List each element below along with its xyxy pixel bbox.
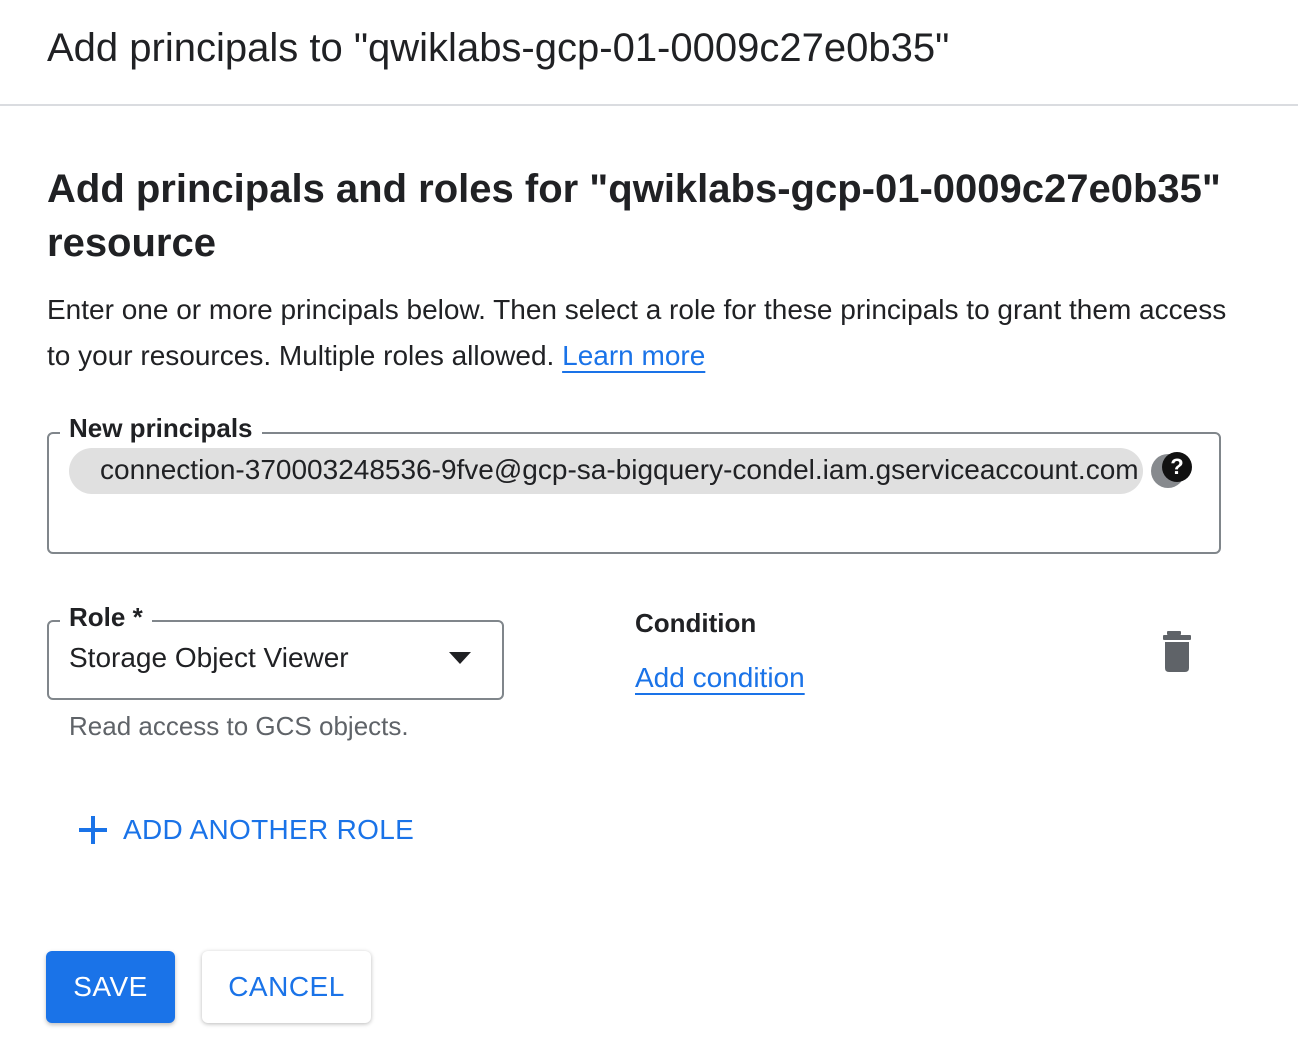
learn-more-link[interactable]: Learn more xyxy=(562,340,705,371)
condition-heading: Condition xyxy=(635,608,757,638)
role-label: Role * xyxy=(60,600,152,634)
title-divider xyxy=(0,104,1298,106)
delete-role-button[interactable] xyxy=(1158,630,1198,674)
save-button[interactable]: SAVE xyxy=(46,951,175,1023)
role-selected-value: Storage Object Viewer xyxy=(69,642,349,673)
plus-icon xyxy=(76,813,110,847)
role-hint: Read access to GCS objects. xyxy=(69,711,409,741)
add-principals-panel: Add principals to "qwiklabs-gcp-01-0009c… xyxy=(0,0,1298,1044)
new-principals-label: New principals xyxy=(60,411,262,445)
principal-chip-text: connection-370003248536-9fve@gcp-sa-bigq… xyxy=(100,454,1139,485)
arrow-drop-down-icon[interactable] xyxy=(449,652,471,664)
help-circle-icon[interactable]: ? xyxy=(1162,452,1192,482)
add-another-role-button[interactable]: ADD ANOTHER ROLE xyxy=(76,808,414,852)
add-another-role-label: ADD ANOTHER ROLE xyxy=(123,814,415,845)
panel-title: Add principals to "qwiklabs-gcp-01-0009c… xyxy=(47,26,950,70)
cancel-button[interactable]: CANCEL xyxy=(202,951,371,1023)
trash-icon xyxy=(1163,631,1191,672)
add-condition-link[interactable]: Add condition xyxy=(635,659,805,697)
section-description: Enter one or more principals below. Then… xyxy=(47,287,1247,379)
section-heading: Add principals and roles for "qwiklabs-g… xyxy=(47,167,1221,265)
